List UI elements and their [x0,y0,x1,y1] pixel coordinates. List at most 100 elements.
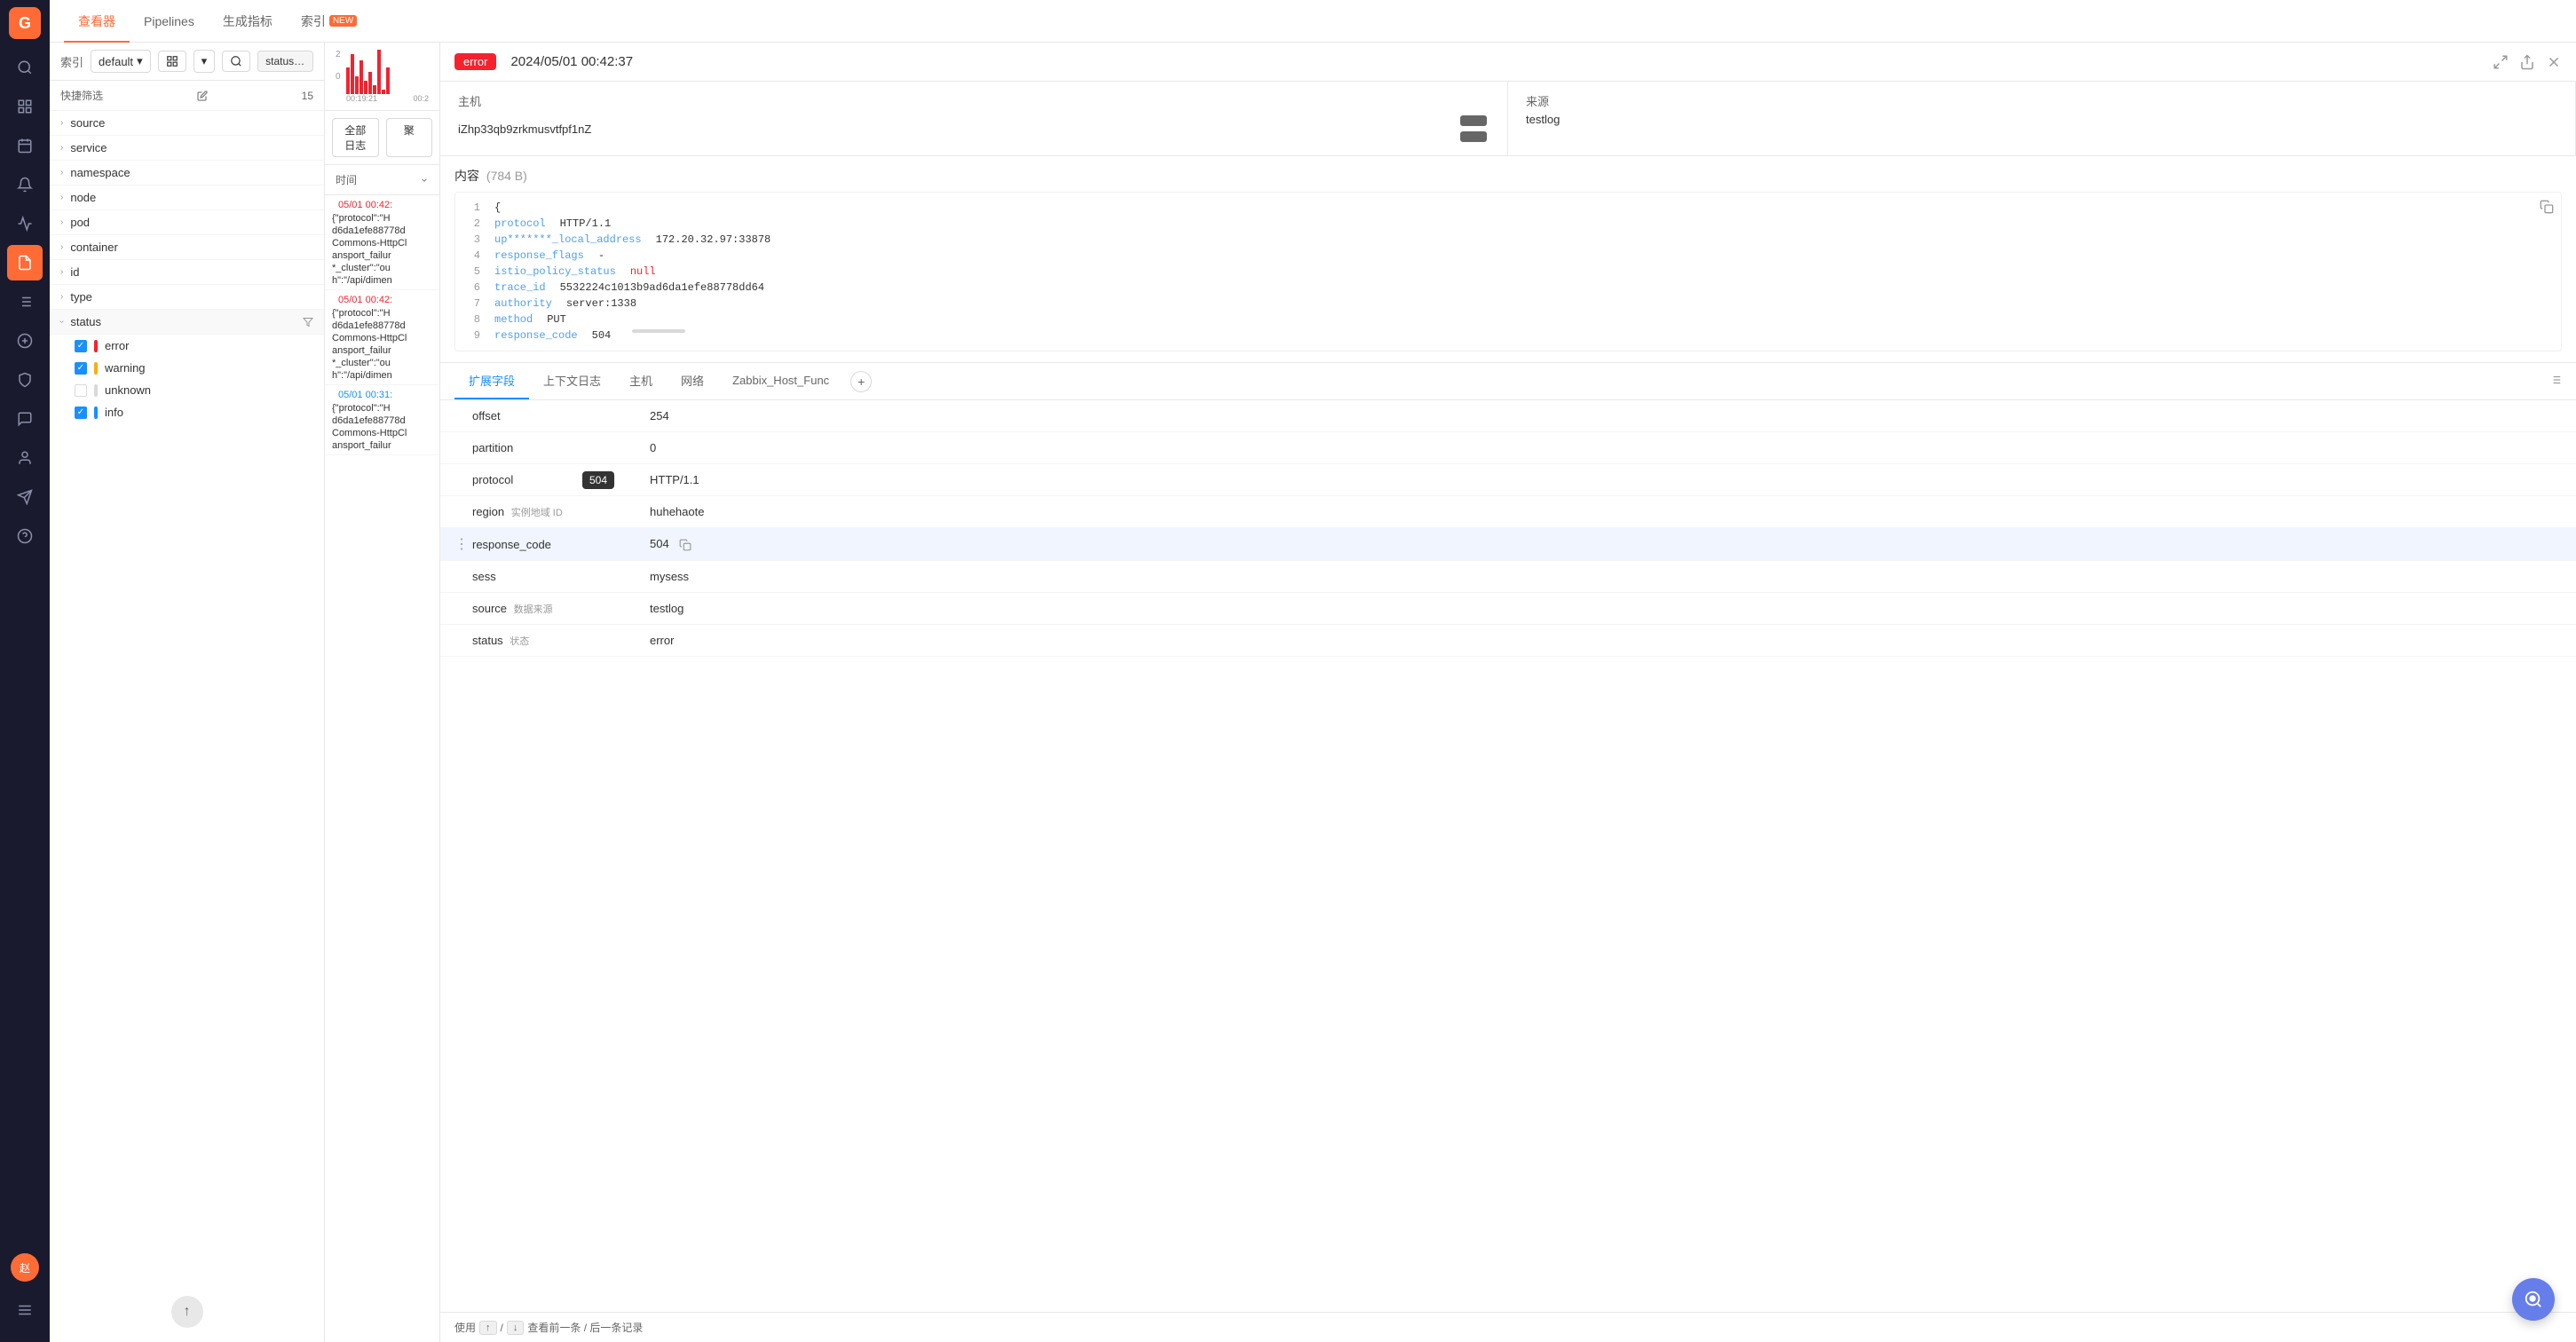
share-icon[interactable] [2519,54,2535,70]
field-item-status[interactable]: › status [50,310,324,335]
field-key-partition: partition [472,441,650,454]
content-title: 内容 (784 B) [454,167,2562,185]
field-key-response-code: response_code [472,538,650,551]
app-logo[interactable]: G [9,7,41,39]
fab-button[interactable] [2512,1278,2555,1321]
field-row-source: source 数据来源 testlog [440,593,2576,625]
field-row-protocol: protocol HTTP/1.1 [440,464,2576,496]
key-up: ↑ [479,1321,497,1335]
tab-extended-fields[interactable]: 扩展字段 [454,363,529,399]
scroll-up-button[interactable]: ↑ [171,1296,203,1328]
chart-bar [382,90,385,94]
code-line-8: 8 method PUT [462,312,2554,328]
checkbox-warning[interactable] [75,362,87,375]
expand-arrow: › [60,267,63,277]
source-label: 来源 [1526,92,2557,109]
view-select[interactable]: ▾ [194,50,216,73]
sidebar-item-messages[interactable] [7,401,43,437]
nav-item-pipelines[interactable]: Pipelines [130,0,209,43]
field-item-type[interactable]: › type [50,285,324,310]
content-section: 内容 (784 B) 1 { 2 protocol HTTP/1.1 [440,156,2576,363]
all-logs-button[interactable]: 全部日志 [332,118,379,157]
field-item-node[interactable]: › node [50,186,324,210]
status-child-error[interactable]: error [50,335,324,357]
info-dot [94,407,98,419]
field-list: › source › service › namespace › node [50,111,324,1282]
search-trigger[interactable] [222,51,250,72]
field-value-region: huhehaote 504 [650,505,2562,518]
field-value-status: error [650,634,2562,647]
sidebar-item-search[interactable] [7,50,43,85]
sidebar-item-integrations[interactable] [7,323,43,359]
copy-icon[interactable] [2540,200,2554,214]
chart-bar [364,81,367,94]
host-value: iZhp33qb9zrkmusvtfpf1nZ [458,122,591,136]
field-item-pod[interactable]: › pod [50,210,324,235]
sidebar-item-graph[interactable] [7,206,43,241]
chart-bar [373,85,376,94]
chart-bar [351,54,354,94]
field-item-source[interactable]: › source [50,111,324,136]
search-input[interactable]: status:{error 0 [257,51,313,72]
log-item-2[interactable]: 05/01 00:42: {"protocol":"H d6da1efe8877… [325,290,439,385]
field-item-namespace[interactable]: › namespace [50,161,324,186]
sidebar-item-help[interactable] [7,518,43,554]
checkbox-info[interactable] [75,407,87,419]
sidebar-item-shield[interactable] [7,362,43,398]
index-select[interactable]: default ▾ [91,50,151,73]
view-toggle[interactable] [158,51,186,72]
row-menu-response-code[interactable]: ⋮ [454,535,472,553]
field-value-response-code: 504 [650,537,2562,551]
sidebar-item-send[interactable] [7,479,43,515]
nav-item-viewer[interactable]: 查看器 [64,0,130,43]
log-list-header: 时间 [325,165,439,195]
sidebar-icons: G [0,0,50,1342]
expand-icon[interactable] [2493,54,2509,70]
add-tab-button[interactable]: + [850,371,872,392]
copy-value-icon[interactable] [679,539,691,551]
aggregate-button[interactable]: 聚 [386,118,433,157]
chart-bar [360,60,363,94]
nav-item-metrics[interactable]: 生成指标 [209,0,287,43]
chart-bar [355,76,359,94]
nav-item-index[interactable]: 索引 NEW [287,0,371,43]
status-child-info[interactable]: info [50,401,324,423]
sidebar-item-dashboard[interactable] [7,89,43,124]
sort-icon[interactable] [420,176,429,185]
edit-icon[interactable] [197,91,208,101]
chart-bar [377,50,381,94]
log-item-1[interactable]: 05/01 00:42: {"protocol":"H d6da1efe8877… [325,195,439,290]
field-item-id[interactable]: › id [50,260,324,285]
new-badge: NEW [329,15,357,27]
field-item-container[interactable]: › container [50,235,324,260]
bottom-bar: 使用 ↑ / ↓ 查看前一条 / 后一条记录 [440,1312,2576,1342]
field-item-service[interactable]: › service [50,136,324,161]
fields-header: 快捷筛选 15 [50,81,324,111]
expand-arrow: › [60,292,63,302]
detail-actions [2493,54,2562,70]
level-dot [332,199,335,211]
tab-context-log[interactable]: 上下文日志 [529,363,615,399]
status-child-warning[interactable]: warning [50,357,324,379]
chart-area: 2 0 [325,43,439,111]
tab-filter-icon[interactable] [2549,374,2562,389]
user-avatar[interactable]: 赵 [11,1253,39,1282]
close-icon[interactable] [2546,54,2562,70]
sidebar-item-calendar[interactable] [7,128,43,163]
detail-timestamp: 2024/05/01 00:42:37 [510,54,633,69]
sidebar-item-user[interactable] [7,440,43,476]
sidebar-item-menu[interactable] [7,1292,43,1328]
tab-host[interactable]: 主机 [615,363,667,399]
field-value-protocol: HTTP/1.1 [650,473,2562,486]
status-child-unknown[interactable]: unknown [50,379,324,401]
checkbox-unknown[interactable] [75,384,87,397]
sidebar-item-logs[interactable] [7,245,43,280]
checkbox-error[interactable] [75,340,87,352]
status-children: error warning unknown [50,335,324,423]
tab-zabbix[interactable]: Zabbix_Host_Func [718,365,843,398]
field-key-sess: sess [472,570,650,583]
tab-network[interactable]: 网络 [667,363,718,399]
sidebar-item-list[interactable] [7,284,43,320]
sidebar-item-alert[interactable] [7,167,43,202]
log-item-3[interactable]: 05/01 00:31: {"protocol":"H d6da1efe8877… [325,385,439,455]
